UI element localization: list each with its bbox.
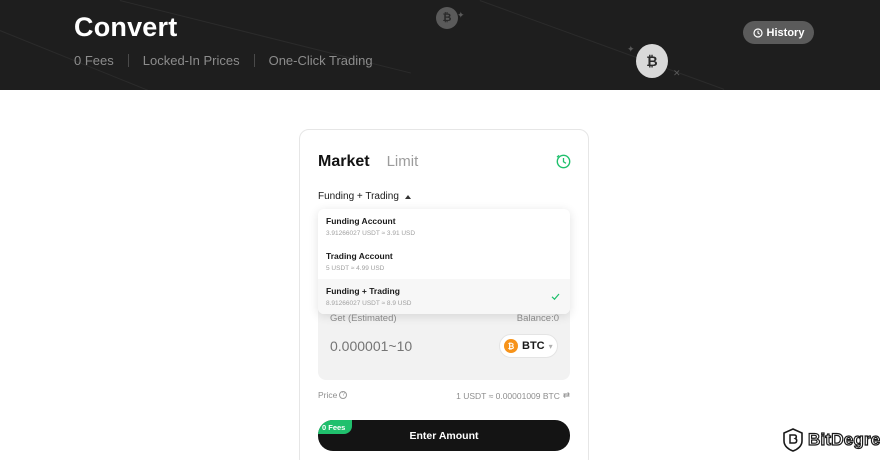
banner-decoration	[479, 0, 725, 90]
coin-selector[interactable]: ₿ BTC ▾	[499, 334, 558, 358]
clock-icon[interactable]	[555, 153, 572, 170]
caret-up-icon	[404, 194, 411, 199]
decorative-coin-icon: ₿	[436, 7, 458, 29]
dropdown-item-balance: 5 USDT ≈ 4.99 USD	[326, 265, 385, 272]
feature-one-click-trading: One-Click Trading	[268, 53, 373, 68]
dropdown-item-name: Funding + Trading	[326, 286, 400, 296]
header-banner: ₿ ₿ ✦ ✕ ✦ Convert 0 Fees Locked-In Price…	[0, 0, 880, 90]
check-icon	[551, 293, 560, 301]
feature-zero-fees: 0 Fees	[74, 53, 114, 68]
help-icon[interactable]: ?	[339, 391, 348, 399]
history-button[interactable]: History	[743, 21, 814, 44]
dropdown-item-name: Trading Account	[326, 251, 393, 261]
history-label: History	[766, 26, 805, 39]
decorative-bitcoin-icon: ₿	[636, 44, 668, 78]
page-title: Convert	[74, 12, 178, 42]
price-value-group: 1 USDT ≈ 0.00001009 BTC ⇄	[456, 390, 570, 401]
tab-market[interactable]: Market	[318, 153, 370, 171]
feature-locked-in-prices: Locked-In Prices	[142, 53, 240, 68]
watermark-text: BitDegree	[807, 429, 880, 449]
coin-name: BTC	[522, 340, 545, 352]
get-amount-input[interactable]	[330, 338, 480, 354]
divider	[127, 54, 129, 67]
divider	[253, 54, 255, 67]
fees-badge: 0 Fees	[318, 420, 353, 434]
tab-limit[interactable]: Limit	[387, 153, 419, 170]
chevron-down-icon: ▾	[548, 341, 553, 351]
swap-icon[interactable]: ⇄	[563, 390, 570, 401]
convert-page: ₿ ₿ ✦ ✕ ✦ Convert 0 Fees Locked-In Price…	[0, 0, 880, 460]
enter-amount-button[interactable]: 0 Fees Enter Amount	[318, 420, 570, 451]
order-type-tabs: Market Limit	[318, 153, 418, 171]
dropdown-item-funding-account[interactable]: Funding Account 3.91266027 USDT ≈ 3.91 U…	[318, 209, 570, 244]
price-label: Price	[318, 390, 338, 400]
sparkle-icon: ✕	[673, 68, 681, 78]
sparkle-icon: ✦	[627, 44, 635, 54]
bitdegree-logo	[783, 428, 803, 452]
dropdown-item-balance: 3.91266027 USDT ≈ 3.91 USD	[326, 230, 416, 237]
get-label: Get (Estimated)	[330, 313, 397, 324]
dropdown-item-balance: 8.91266027 USDT ≈ 8.9 USD	[326, 300, 412, 307]
balance-label: Balance:0	[516, 313, 559, 324]
account-selector-label: Funding + Trading	[318, 191, 399, 202]
enter-amount-label: Enter Amount	[409, 429, 479, 442]
btc-icon: ₿	[504, 339, 518, 353]
bitdegree-watermark: BitDegree	[782, 428, 880, 452]
dropdown-item-funding-trading[interactable]: Funding + Trading 8.91266027 USDT ≈ 8.9 …	[318, 279, 570, 314]
history-icon	[752, 27, 763, 38]
price-label-group: Price ?	[318, 390, 348, 400]
account-dropdown: Funding Account 3.91266027 USDT ≈ 3.91 U…	[318, 209, 570, 314]
sparkle-icon: ✦	[457, 10, 465, 20]
dropdown-item-trading-account[interactable]: Trading Account 5 USDT ≈ 4.99 USD	[318, 244, 570, 279]
price-value: 1 USDT ≈ 0.00001009 BTC	[456, 390, 560, 401]
feature-list: 0 Fees Locked-In Prices One-Click Tradin…	[74, 53, 383, 68]
account-selector[interactable]: Funding + Trading	[318, 191, 411, 202]
dropdown-item-name: Funding Account	[326, 216, 396, 226]
